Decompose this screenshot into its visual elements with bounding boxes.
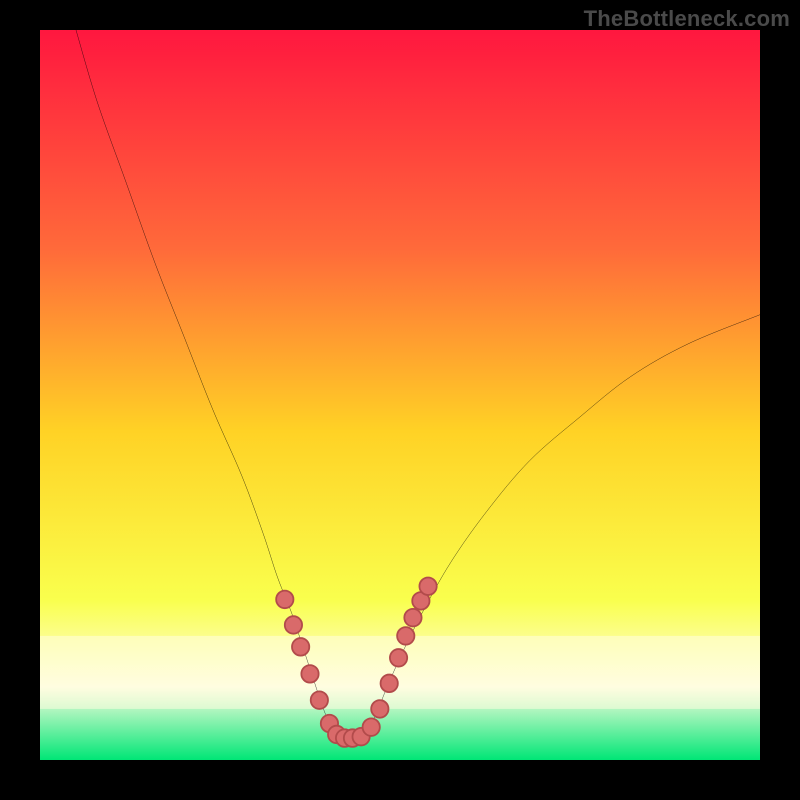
curve-marker [363, 718, 380, 736]
pale-band [40, 636, 760, 709]
watermark-text: TheBottleneck.com [584, 6, 790, 32]
curve-marker [311, 691, 328, 709]
curve-marker [371, 700, 388, 718]
curve-marker [301, 665, 318, 683]
curve-marker [285, 616, 302, 634]
chart-frame: TheBottleneck.com [0, 0, 800, 800]
curve-marker [390, 649, 407, 667]
curve-marker [276, 591, 293, 609]
plot-area [40, 30, 760, 760]
curve-marker [404, 609, 421, 627]
curve-marker [397, 627, 414, 645]
curve-marker [419, 578, 436, 596]
plot-svg [40, 30, 760, 760]
curve-marker [381, 675, 398, 693]
curve-marker [292, 638, 309, 656]
